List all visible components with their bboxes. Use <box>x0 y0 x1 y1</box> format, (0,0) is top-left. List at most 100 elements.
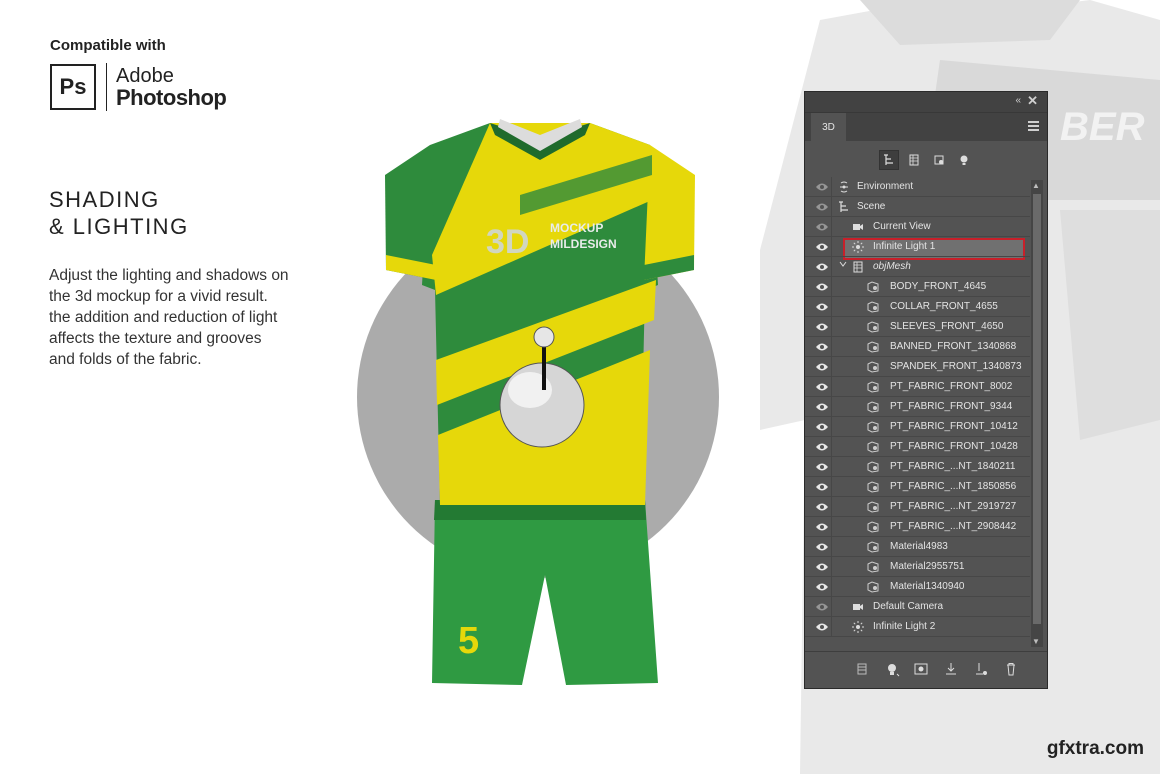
visibility-eye-icon[interactable] <box>815 562 829 572</box>
panel-footer-toolbar <box>805 651 1047 688</box>
render-icon[interactable] <box>914 662 930 678</box>
layer-row[interactable]: Infinite Light 2 <box>805 617 1030 637</box>
visibility-eye-icon[interactable] <box>815 502 829 512</box>
material-icon <box>867 341 879 353</box>
material-icon <box>867 441 879 453</box>
column-divider <box>831 517 832 536</box>
layer-label: PT_FABRIC_...NT_2908442 <box>890 521 1017 532</box>
ps-logo-divider <box>106 63 107 111</box>
layer-label: objMesh <box>873 261 911 272</box>
shorts-number: 5 <box>458 620 479 662</box>
layer-row[interactable]: Environment <box>805 177 1030 197</box>
visibility-eye-icon[interactable] <box>815 322 829 332</box>
column-divider <box>831 317 832 336</box>
visibility-eye-icon[interactable] <box>815 602 829 612</box>
visibility-eye-icon[interactable] <box>815 522 829 532</box>
layer-label: Infinite Light 2 <box>873 621 936 632</box>
visibility-eye-icon[interactable] <box>815 482 829 492</box>
layer-row[interactable]: PT_FABRIC_...NT_2919727 <box>805 497 1030 517</box>
layer-row[interactable]: BANNED_FRONT_1340868 <box>805 337 1030 357</box>
layer-row[interactable]: Scene <box>805 197 1030 217</box>
layer-row[interactable]: PT_FABRIC_FRONT_9344 <box>805 397 1030 417</box>
layer-row[interactable]: BODY_FRONT_4645 <box>805 277 1030 297</box>
visibility-eye-icon[interactable] <box>815 282 829 292</box>
material-icon <box>867 401 879 413</box>
layer-row[interactable]: Current View <box>805 217 1030 237</box>
layer-row[interactable]: Material1340940 <box>805 577 1030 597</box>
visibility-eye-icon[interactable] <box>815 242 829 252</box>
visibility-eye-icon[interactable] <box>815 582 829 592</box>
layer-list-scrollbar[interactable]: ▲ ▼ <box>1031 180 1043 647</box>
scroll-thumb[interactable] <box>1033 194 1041 624</box>
layer-label: BANNED_FRONT_1340868 <box>890 341 1017 352</box>
mockup-logo-3d: 3D <box>486 223 529 261</box>
column-divider <box>831 177 832 196</box>
whole-scene-filter-icon[interactable] <box>879 150 899 170</box>
layer-label: Default Camera <box>873 601 944 612</box>
visibility-eye-icon[interactable] <box>815 402 829 412</box>
add-light-icon[interactable] <box>885 662 901 678</box>
column-divider <box>831 277 832 296</box>
close-panel-icon[interactable]: ✕ <box>1027 93 1038 109</box>
mockup-logo-line-a: MOCKUP <box>550 221 603 235</box>
visibility-eye-icon[interactable] <box>815 542 829 552</box>
scroll-down-icon[interactable]: ▼ <box>1032 637 1040 646</box>
layer-row[interactable]: SPANDEK_FRONT_1340873 <box>805 357 1030 377</box>
column-divider <box>831 577 832 596</box>
collapse-panel-icon[interactable]: « <box>1015 95 1021 106</box>
chevron-down-icon[interactable] <box>838 259 850 271</box>
column-divider <box>831 437 832 456</box>
tab-3d[interactable]: 3D <box>811 113 846 141</box>
visibility-eye-icon[interactable] <box>815 222 829 232</box>
layer-row[interactable]: PT_FABRIC_...NT_1840211 <box>805 457 1030 477</box>
column-divider <box>831 617 832 636</box>
material-icon <box>867 461 879 473</box>
material-icon <box>867 481 879 493</box>
visibility-eye-icon[interactable] <box>815 422 829 432</box>
visibility-eye-icon[interactable] <box>815 182 829 192</box>
layer-row[interactable]: PT_FABRIC_...NT_1850856 <box>805 477 1030 497</box>
material-icon <box>867 321 879 333</box>
visibility-eye-icon[interactable] <box>815 442 829 452</box>
layer-row[interactable]: COLLAR_FRONT_4655 <box>805 297 1030 317</box>
layer-label: Material2955751 <box>890 561 965 572</box>
material-icon <box>867 501 879 513</box>
layer-row[interactable]: objMesh <box>805 257 1030 277</box>
column-divider <box>831 457 832 476</box>
visibility-eye-icon[interactable] <box>815 262 829 272</box>
visibility-eye-icon[interactable] <box>815 382 829 392</box>
layer-row[interactable]: PT_FABRIC_...NT_2908442 <box>805 517 1030 537</box>
layer-row[interactable]: SLEEVES_FRONT_4650 <box>805 317 1030 337</box>
layer-row[interactable]: Material2955751 <box>805 557 1030 577</box>
column-divider <box>831 417 832 436</box>
new-constraint-icon[interactable] <box>974 662 990 678</box>
panel-menu-icon[interactable] <box>1028 121 1039 133</box>
meshes-filter-icon[interactable] <box>904 150 924 170</box>
drop-to-ground-icon[interactable] <box>944 662 960 678</box>
mesh-tools-icon[interactable] <box>855 662 871 678</box>
scroll-up-icon[interactable]: ▲ <box>1032 181 1040 190</box>
delete-icon[interactable] <box>1004 662 1020 678</box>
layer-row[interactable]: PT_FABRIC_FRONT_8002 <box>805 377 1030 397</box>
layer-row[interactable]: PT_FABRIC_FRONT_10428 <box>805 437 1030 457</box>
layer-row[interactable]: Material4983 <box>805 537 1030 557</box>
column-divider <box>831 497 832 516</box>
scene-layer-list: Environment Scene Current View Infinite Lig… <box>805 177 1030 637</box>
visibility-eye-icon[interactable] <box>815 362 829 372</box>
layer-row[interactable]: Infinite Light 1 <box>805 237 1030 257</box>
visibility-eye-icon[interactable] <box>815 622 829 632</box>
visibility-eye-icon[interactable] <box>815 202 829 212</box>
layer-row[interactable]: PT_FABRIC_FRONT_10412 <box>805 417 1030 437</box>
mesh-icon <box>852 261 864 273</box>
materials-filter-icon[interactable] <box>929 150 949 170</box>
visibility-eye-icon[interactable] <box>815 462 829 472</box>
lights-filter-icon[interactable] <box>954 150 974 170</box>
visibility-eye-icon[interactable] <box>815 302 829 312</box>
layer-label: PT_FABRIC_...NT_2919727 <box>890 501 1017 512</box>
visibility-eye-icon[interactable] <box>815 342 829 352</box>
column-divider <box>831 337 832 356</box>
camera-icon <box>852 601 864 613</box>
layer-label: PT_FABRIC_FRONT_10428 <box>890 441 1018 452</box>
feature-heading-line-2: & LIGHTING <box>49 214 189 239</box>
layer-row[interactable]: Default Camera <box>805 597 1030 617</box>
